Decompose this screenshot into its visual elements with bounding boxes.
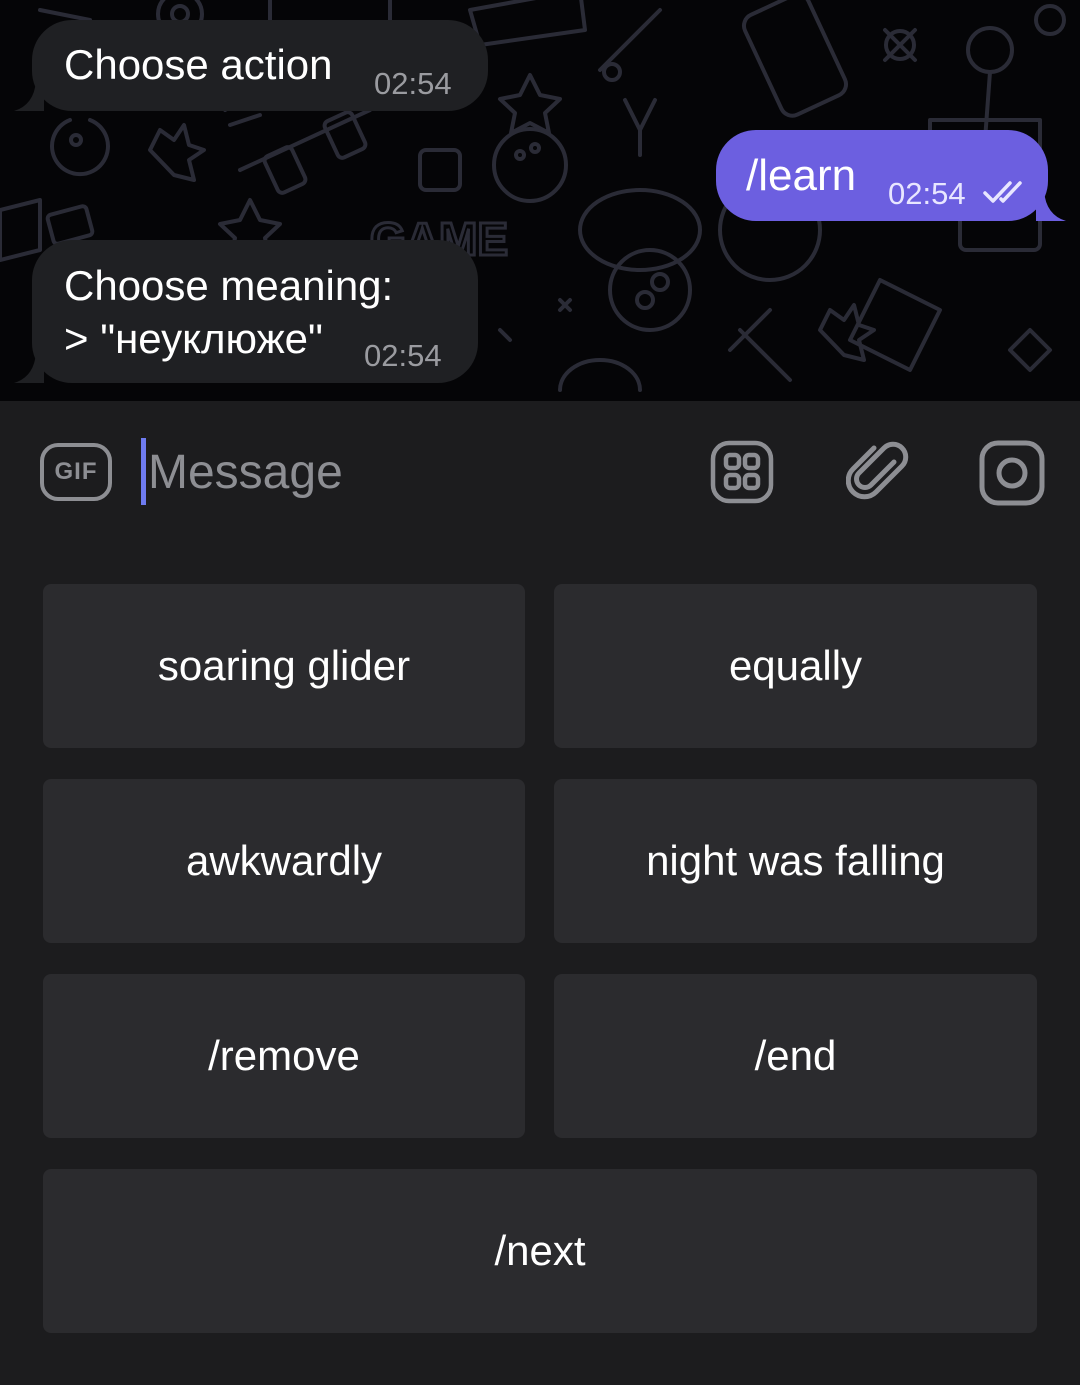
next-command-button[interactable]: /next <box>43 1169 1037 1333</box>
message-text: Choose action <box>64 41 333 88</box>
gif-icon[interactable]: GIF <box>40 443 112 501</box>
keyboard-button[interactable]: night was falling <box>554 779 1037 943</box>
message-text-line-1: Choose meaning: <box>64 262 394 309</box>
incoming-message-bubble[interactable]: Choose action 02:54 <box>32 20 488 111</box>
text-caret <box>141 438 146 505</box>
stickers-icon[interactable] <box>710 440 774 504</box>
message-time: 02:54 <box>888 176 966 211</box>
bubble-tail <box>14 353 44 383</box>
outgoing-message-bubble[interactable]: /learn 02:54 <box>716 130 1048 221</box>
message-time: 02:54 <box>364 338 442 373</box>
message-time: 02:54 <box>374 66 452 101</box>
keyboard-button[interactable]: equally <box>554 584 1037 748</box>
chat-area[interactable]: GAME Choose action 02:54 /learn 02:54 Ch… <box>0 0 1080 401</box>
double-check-read-icon <box>983 181 1022 203</box>
bubble-tail <box>14 81 44 111</box>
message-input[interactable] <box>142 437 682 507</box>
remove-command-button[interactable]: /remove <box>43 974 525 1138</box>
keyboard-button[interactable]: awkwardly <box>43 779 525 943</box>
message-text: /learn <box>746 151 857 200</box>
keyboard-button[interactable]: soaring glider <box>43 584 525 748</box>
bubble-tail <box>1036 191 1066 221</box>
incoming-message-bubble[interactable]: Choose meaning: > "неуклюже" 02:54 <box>32 240 478 383</box>
message-text-line-2: > "неуклюже" <box>64 315 323 362</box>
camera-icon[interactable] <box>979 440 1045 506</box>
attach-paperclip-icon[interactable] <box>846 440 910 504</box>
end-command-button[interactable]: /end <box>554 974 1037 1138</box>
